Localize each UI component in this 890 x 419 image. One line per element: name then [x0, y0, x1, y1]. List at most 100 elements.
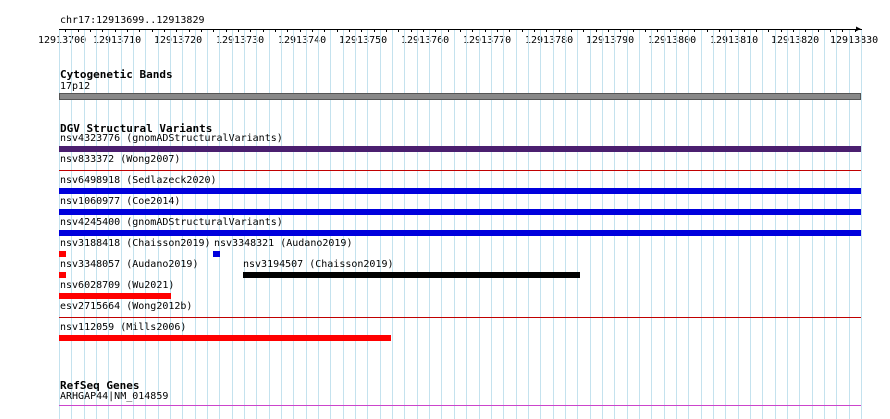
- dgv-feature-bar[interactable]: [59, 335, 391, 341]
- ruler-minor-tick: [731, 29, 732, 32]
- ruler-minor-tick: [250, 29, 251, 32]
- ruler-minor-tick: [694, 29, 695, 32]
- ruler-minor-tick: [349, 29, 350, 32]
- ruler-minor-tick: [682, 29, 683, 32]
- grid-line: [836, 30, 837, 419]
- ruler-tick-label: 12913700: [38, 35, 87, 46]
- ruler-minor-tick: [398, 29, 399, 32]
- grid-line: [380, 30, 381, 419]
- ruler-minor-tick: [324, 29, 325, 32]
- dgv-feature-bar[interactable]: [59, 209, 861, 215]
- grid-line: [454, 30, 455, 419]
- dgv-feature-bar[interactable]: [59, 188, 861, 194]
- dgv-feature-label: nsv6028709 (Wu2021): [60, 280, 175, 291]
- ruler-minor-tick: [374, 29, 375, 32]
- ruler-minor-tick: [164, 29, 165, 32]
- refseq-gene-label: ARHGAP44|NM_014859: [60, 391, 169, 402]
- dgv-feature-bar[interactable]: [59, 272, 66, 278]
- ruler-minor-tick: [201, 29, 202, 32]
- ruler-minor-tick: [546, 29, 547, 32]
- ruler-minor-tick: [534, 29, 535, 32]
- grid-line: [565, 30, 566, 419]
- genome-browser-view: chr17:12913699..12913829 ▶ 12913700 12913…: [0, 0, 890, 419]
- grid-line: [824, 30, 825, 419]
- grid-line: [367, 30, 368, 419]
- ruler-minor-tick: [152, 29, 153, 32]
- grid-line: [688, 30, 689, 419]
- grid-line: [602, 30, 603, 419]
- ruler-minor-tick: [485, 29, 486, 32]
- ruler-minor-tick: [793, 29, 794, 32]
- dgv-feature-bar[interactable]: [243, 272, 580, 278]
- grid-line: [441, 30, 442, 419]
- dgv-feature-label: nsv1060977 (Coe2014): [60, 196, 181, 207]
- grid-line: [651, 30, 652, 419]
- grid-line: [516, 30, 517, 419]
- grid-line: [676, 30, 677, 419]
- ruler-minor-tick: [139, 29, 140, 32]
- grid-line: [306, 30, 307, 419]
- grid-line: [787, 30, 788, 419]
- ruler-minor-tick: [583, 29, 584, 32]
- ruler-minor-tick: [176, 29, 177, 32]
- ruler-minor-tick: [189, 29, 190, 32]
- ruler-minor-tick: [509, 29, 510, 32]
- grid-line: [577, 30, 578, 419]
- ruler-minor-tick: [633, 29, 634, 32]
- ruler-minor-tick: [855, 29, 856, 32]
- dgv-feature-bar[interactable]: [59, 230, 861, 236]
- ruler-minor-tick: [287, 29, 288, 32]
- ruler-minor-tick: [127, 29, 128, 32]
- grid-line: [318, 30, 319, 419]
- dgv-feature-bar[interactable]: [59, 251, 66, 257]
- ruler-minor-tick: [448, 29, 449, 32]
- dgv-feature-bar[interactable]: [59, 170, 861, 171]
- dgv-feature-label: nsv3348321 (Audano2019): [214, 238, 353, 249]
- grid-line: [343, 30, 344, 419]
- ruler-minor-tick: [497, 29, 498, 32]
- dgv-feature-bar[interactable]: [213, 251, 220, 257]
- ruler-minor-tick: [275, 29, 276, 32]
- ruler-minor-tick: [411, 29, 412, 32]
- grid-line: [590, 30, 591, 419]
- ruler-minor-tick: [226, 29, 227, 32]
- ruler-minor-tick: [115, 29, 116, 32]
- dgv-feature-label: nsv3188418 (Chaisson2019): [60, 238, 211, 249]
- grid-line: [762, 30, 763, 419]
- grid-line: [861, 30, 862, 419]
- ruler-minor-tick: [645, 29, 646, 32]
- ruler-minor-tick: [213, 29, 214, 32]
- cytoband-feature[interactable]: [59, 93, 861, 100]
- grid-line: [293, 30, 294, 419]
- dgv-feature-bar[interactable]: [59, 293, 171, 299]
- grid-line: [429, 30, 430, 419]
- dgv-feature-bar[interactable]: [59, 146, 861, 152]
- refseq-gene-feature[interactable]: [59, 405, 861, 406]
- grid-line: [392, 30, 393, 419]
- ruler-tick-label: 12913830: [830, 35, 879, 46]
- grid-line: [355, 30, 356, 419]
- ruler-minor-tick: [238, 29, 239, 32]
- dgv-feature-label: nsv3194507 (Chaisson2019): [243, 259, 394, 270]
- grid-line: [528, 30, 529, 419]
- dgv-feature-bar[interactable]: [59, 317, 861, 318]
- ruler-minor-tick: [423, 29, 424, 32]
- cytoband-label: 17p12: [60, 81, 91, 92]
- dgv-feature-label: nsv112059 (Mills2006): [60, 322, 187, 333]
- ruler-minor-tick: [361, 29, 362, 32]
- ruler-minor-tick: [90, 29, 91, 32]
- ruler-minor-tick: [596, 29, 597, 32]
- grid-line: [713, 30, 714, 419]
- grid-line: [553, 30, 554, 419]
- cytoband-track-title[interactable]: Cytogenetic Bands: [60, 68, 173, 81]
- ruler-minor-tick: [805, 29, 806, 32]
- ruler-minor-tick: [781, 29, 782, 32]
- grid-line: [750, 30, 751, 419]
- grid-line: [775, 30, 776, 419]
- dgv-feature-label: nsv6498918 (Sedlazeck2020): [60, 175, 217, 186]
- ruler-minor-tick: [337, 29, 338, 32]
- grid-line: [701, 30, 702, 419]
- grid-line: [404, 30, 405, 419]
- ruler-minor-tick: [559, 29, 560, 32]
- ruler-minor-tick: [657, 29, 658, 32]
